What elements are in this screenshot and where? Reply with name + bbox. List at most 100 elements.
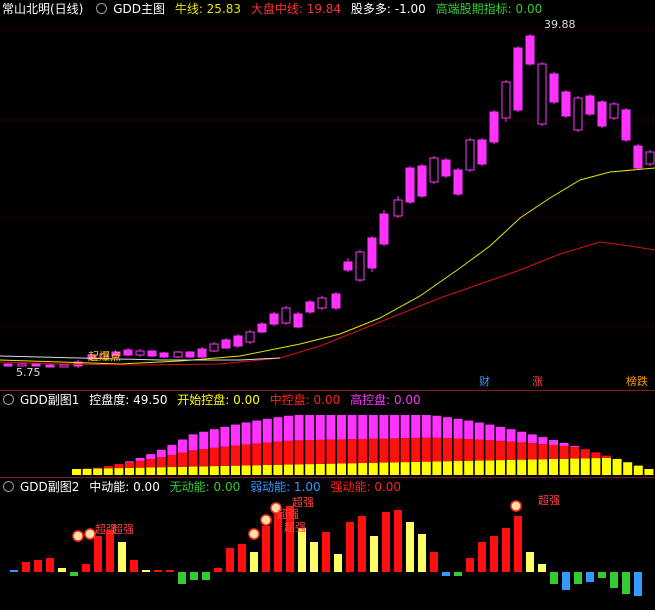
control-bar-red — [411, 437, 421, 462]
control-bar-yellow — [443, 461, 452, 475]
control-bar-red — [135, 460, 145, 468]
control-bar-magenta — [337, 415, 346, 440]
control-bar-red — [273, 441, 283, 465]
control-bar-red — [432, 437, 442, 462]
settings-circle-icon[interactable] — [3, 394, 14, 405]
candle-body — [221, 339, 231, 349]
candle-body — [573, 97, 583, 131]
control-bar-red — [114, 464, 124, 469]
control-bar-red — [326, 439, 336, 464]
control-bar-magenta — [315, 415, 325, 440]
control-bar-yellow — [538, 459, 548, 475]
control-bar-yellow — [326, 463, 336, 475]
control-bar-red — [390, 438, 399, 463]
sub1-name[interactable]: GDD副图1 — [20, 393, 79, 407]
candle-body — [609, 103, 619, 119]
momentum-bar — [454, 572, 462, 576]
control-bar-magenta — [167, 444, 177, 455]
momentum-bar — [322, 532, 330, 572]
control-bar-magenta — [252, 420, 262, 444]
momentum-bar — [358, 516, 366, 572]
control-bar-red — [379, 438, 389, 463]
momentum-bar — [406, 522, 414, 572]
strong-marker-badge — [260, 514, 272, 526]
control-bar-red — [103, 466, 113, 469]
control-bar-yellow — [602, 457, 611, 475]
control-bar-yellow — [284, 464, 293, 475]
control-bar-magenta — [453, 418, 463, 439]
control-bar-yellow — [305, 464, 315, 475]
legend-high-control: 高控盘: 0.00 — [350, 393, 421, 407]
momentum-bar — [70, 572, 78, 576]
sub2-name[interactable]: GDD副图2 — [20, 480, 79, 494]
candle-body — [379, 213, 389, 245]
control-bar-yellow — [220, 465, 230, 475]
control-bar-yellow — [527, 459, 537, 475]
momentum-bar — [370, 536, 378, 572]
main-panel-header: 常山北明(日线) GDD主图 牛线: 25.83 大盘中线: 19.84 股多多… — [0, 0, 548, 18]
momentum-bar — [214, 568, 222, 572]
settings-circle-icon[interactable] — [3, 481, 14, 492]
momentum-bar — [22, 562, 30, 572]
control-bar-yellow — [103, 468, 113, 475]
control-bar-yellow — [485, 460, 495, 475]
strong-tag: 超强 — [538, 494, 560, 507]
control-degree-chart[interactable] — [0, 409, 655, 476]
control-bar-yellow — [146, 467, 156, 475]
candle-body — [245, 331, 255, 343]
control-bar-red — [231, 445, 240, 466]
candle-body — [317, 297, 327, 309]
candle-body — [621, 109, 631, 141]
strong-marker-badge — [510, 500, 522, 512]
sub2-header: GDD副图2 中动能: 0.00 无动能: 0.00 弱动能: 1.00 强动能… — [0, 478, 407, 496]
candle-body — [561, 91, 571, 117]
strong-tag: 超强 — [284, 521, 306, 534]
candle-body — [429, 157, 439, 183]
control-bar-magenta — [146, 454, 156, 460]
momentum-chart[interactable] — [0, 496, 655, 610]
candle-body — [513, 47, 523, 111]
control-bar-magenta — [464, 420, 474, 439]
momentum-bar — [430, 552, 438, 572]
main-price-chart[interactable] — [0, 18, 655, 390]
control-bar-magenta — [241, 422, 251, 445]
momentum-bar — [82, 564, 90, 572]
control-bar-red — [209, 447, 219, 467]
control-bar-magenta — [485, 424, 495, 441]
candle-body — [331, 293, 341, 309]
control-bar-yellow — [178, 466, 187, 475]
control-bar-magenta — [411, 415, 421, 438]
momentum-bar — [310, 542, 318, 572]
control-bar-magenta — [178, 439, 187, 453]
control-bar-yellow — [315, 463, 325, 475]
control-bar-magenta — [496, 426, 505, 441]
settings-circle-icon[interactable] — [96, 3, 108, 14]
candle-body — [123, 349, 133, 356]
control-bar-magenta — [538, 437, 548, 445]
momentum-bar — [442, 572, 450, 576]
strong-tag: 超强 — [112, 523, 134, 536]
momentum-bar — [490, 536, 498, 572]
control-bar-red — [156, 457, 166, 468]
control-bar-red — [443, 438, 452, 462]
momentum-bar — [346, 522, 354, 572]
control-bar-red — [368, 438, 378, 463]
control-bar-magenta — [517, 431, 527, 443]
momentum-bar — [166, 570, 174, 572]
legend-strong-momentum: 强动能: 0.00 — [330, 480, 402, 494]
control-bar-yellow — [125, 467, 134, 475]
control-bar-red — [602, 455, 611, 458]
candle-body — [173, 351, 183, 358]
control-bar-red — [506, 441, 516, 460]
control-bar-magenta — [559, 442, 569, 446]
control-bar-magenta — [326, 415, 336, 440]
main-indicator-name[interactable]: GDD主图 — [113, 2, 165, 16]
legend-no-momentum: 无动能: 0.00 — [169, 480, 241, 494]
momentum-bar — [550, 572, 558, 584]
control-bar-magenta — [506, 429, 516, 442]
control-bar-yellow — [114, 468, 124, 475]
momentum-bar — [190, 572, 198, 580]
momentum-bar — [538, 564, 546, 572]
strong-marker-badge — [248, 528, 260, 540]
momentum-bar — [610, 572, 618, 588]
